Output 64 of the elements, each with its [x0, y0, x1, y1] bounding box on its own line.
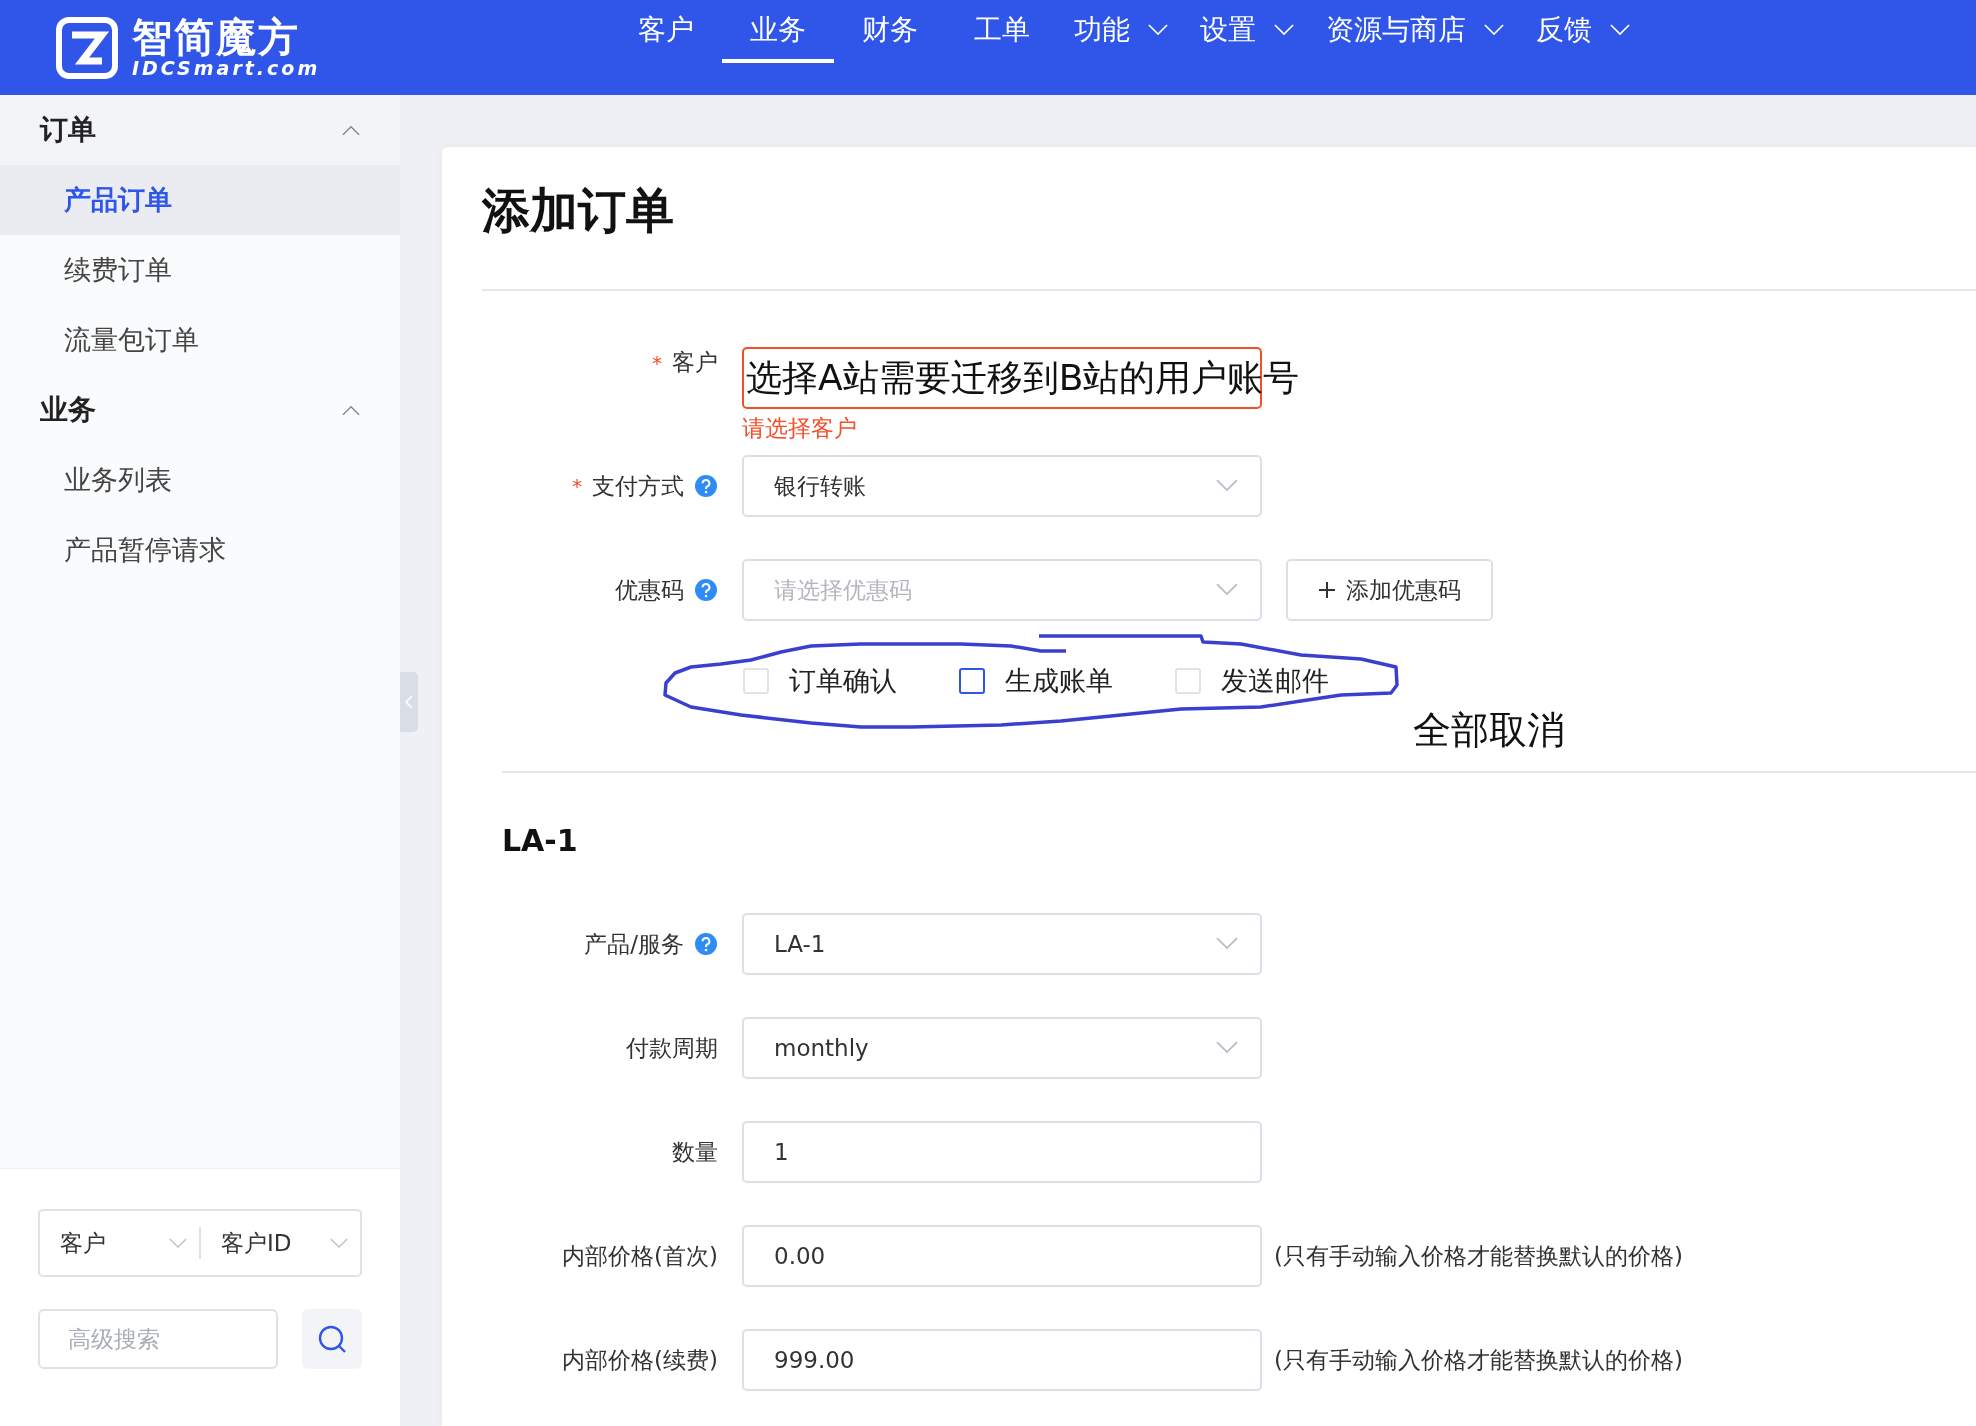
checkbox[interactable] — [959, 668, 985, 694]
field-label: 数量 — [672, 1137, 718, 1167]
field-label: 支付方式 — [592, 471, 684, 501]
page-title: 添加订单 — [482, 147, 1976, 291]
required-mark: * — [652, 350, 662, 375]
help-icon — [694, 932, 718, 956]
dropdown-select[interactable]: 银行转账 — [742, 455, 1262, 517]
field-label: 内部价格(首次) — [562, 1241, 718, 1271]
search-icon — [317, 1324, 347, 1354]
search-field[interactable]: 高级搜索 — [38, 1309, 278, 1369]
collapse-handle[interactable] — [400, 672, 418, 732]
chevron-down-icon — [1610, 23, 1630, 36]
chevron-down-icon — [1148, 23, 1168, 36]
checkbox-label: 生成账单 — [1005, 664, 1113, 698]
chevron-down-icon — [1216, 583, 1238, 597]
nav-tab[interactable]: 财务 — [834, 0, 946, 63]
sidebar-item[interactable]: 流量包订单 — [0, 305, 400, 375]
sidebar-group[interactable]: 业务 — [0, 375, 400, 445]
checkbox-label: 发送邮件 — [1221, 664, 1329, 698]
nav-tab[interactable]: 设置 — [1184, 0, 1310, 63]
chevron-down-icon — [1216, 937, 1238, 951]
dropdown-select[interactable]: monthly — [742, 1017, 1262, 1079]
field-label: 内部价格(续费) — [562, 1345, 718, 1375]
nav-tab[interactable]: 工单 — [946, 0, 1058, 63]
error-message: 请选择客户 — [742, 414, 858, 443]
sidebar-item[interactable]: 业务列表 — [0, 445, 400, 515]
field-label: 优惠码 — [615, 575, 684, 605]
search-button[interactable] — [302, 1309, 362, 1369]
add-coupon-button[interactable]: 添加优惠码 — [1286, 559, 1493, 621]
sidebar-item[interactable]: 产品暂停请求 — [0, 515, 400, 585]
dropdown-select[interactable]: LA-1 — [742, 913, 1262, 975]
required-mark: * — [572, 474, 582, 498]
logo-icon — [56, 16, 118, 79]
section-title: LA-1 — [501, 822, 579, 860]
chevron-down-icon — [1216, 1041, 1238, 1055]
chevron-down-icon — [1274, 23, 1294, 36]
nav-tab[interactable]: 反馈 — [1520, 0, 1646, 63]
help-icon — [694, 578, 718, 602]
chevron-down-icon — [1484, 23, 1504, 36]
input-field[interactable]: 999.00 — [742, 1329, 1262, 1391]
plus-icon — [1318, 581, 1336, 599]
chevron-down-icon — [1216, 479, 1238, 493]
sidebar-item[interactable]: 产品订单 — [0, 165, 400, 235]
logo-title: 智简魔方 — [132, 16, 301, 57]
checkbox-label: 订单确认 — [789, 664, 897, 698]
nav-tab[interactable]: 功能 — [1058, 0, 1184, 63]
chevron-left-icon — [405, 695, 413, 709]
price-note: (只有手动输入价格才能替换默认的价格) — [1274, 1241, 1684, 1271]
sidebar-item[interactable]: 续费订单 — [0, 235, 400, 305]
nav-tab[interactable]: 资源与商店 — [1310, 0, 1520, 63]
chevron-up-icon — [342, 404, 360, 416]
nav-tab[interactable]: 客户 — [610, 0, 722, 63]
field-label: 产品/服务 — [584, 929, 684, 959]
sidebar-group[interactable]: 订单 — [0, 95, 400, 165]
nav-tab[interactable]: 业务 — [722, 0, 834, 63]
field-label: 付款周期 — [626, 1033, 718, 1063]
field-label: 客户 — [672, 348, 718, 377]
annotation-text: 全部取消 — [1413, 707, 1565, 754]
price-note: (只有手动输入价格才能替换默认的价格) — [1274, 1345, 1684, 1375]
logo-subtitle: IDCSmart.com — [132, 56, 321, 79]
input-field[interactable]: 1 — [742, 1121, 1262, 1183]
chevron-up-icon — [342, 124, 360, 136]
input-field[interactable]: 0.00 — [742, 1225, 1262, 1287]
help-icon — [694, 474, 718, 498]
